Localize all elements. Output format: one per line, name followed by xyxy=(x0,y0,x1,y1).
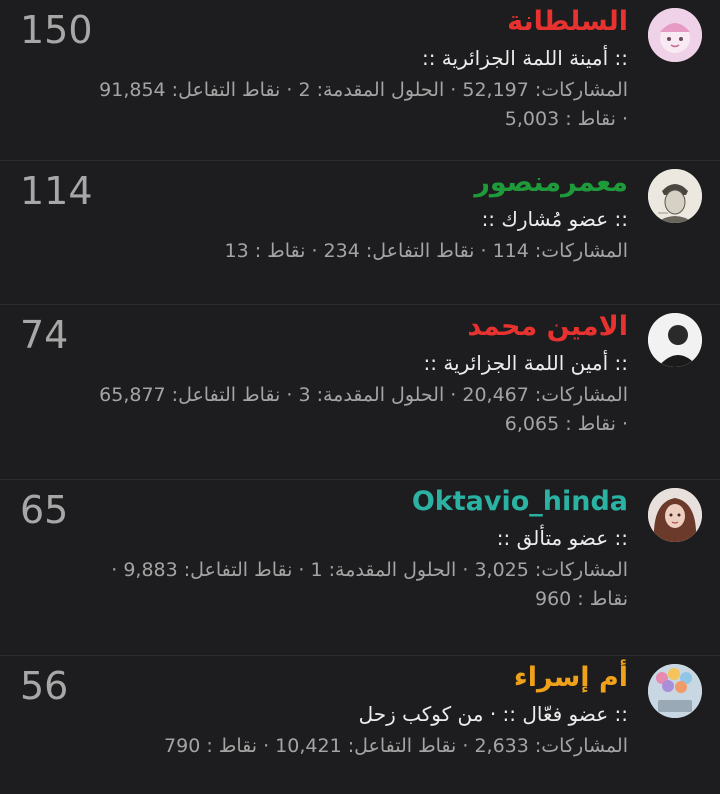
stats-line: المشاركات: 52,197 · الحلول المقدمة: 2 · … xyxy=(99,79,628,101)
member-title: :: عضو مُشارك :: xyxy=(481,207,628,231)
stats-line: المشاركات: 3,025 · الحلول المقدمة: 1 · ن… xyxy=(111,559,628,581)
member-row[interactable]: 65 Oktavio_hinda :: عضو متألق :: المشارك… xyxy=(0,480,720,656)
stats-line: المشاركات: 2,633 · نقاط التفاعل: 10,421 … xyxy=(164,735,628,757)
balloons-avatar[interactable] xyxy=(648,664,702,718)
member-row[interactable]: 56 أم إسراء :: عضو فعّال :: · من كوكب زح… xyxy=(0,656,720,794)
stats-line: · نقاط : 5,003 xyxy=(504,108,628,130)
member-row[interactable]: 114 معمرمنصور :: عضو مُشارك :: المشاركات… xyxy=(0,161,720,305)
username-link[interactable]: معمرمنصور xyxy=(18,165,628,201)
stats-line: المشاركات: 20,467 · الحلول المقدمة: 3 · … xyxy=(99,384,628,406)
member-title: :: أمينة اللمة الجزائرية :: xyxy=(421,46,628,70)
person-photo-avatar[interactable] xyxy=(648,313,702,367)
stats-line: نقاط : 960 xyxy=(534,588,628,610)
member-title: :: عضو فعّال :: · من كوكب زحل xyxy=(358,702,628,726)
stats-line: المشاركات: 114 · نقاط التفاعل: 234 · نقا… xyxy=(224,240,628,262)
member-row[interactable]: 150 السلطانة :: أمينة اللمة الجزائرية ::… xyxy=(0,0,720,161)
member-title: :: أمين اللمة الجزائرية :: xyxy=(423,351,628,375)
member-stats: المشاركات: 52,197 · الحلول المقدمة: 2 · … xyxy=(18,76,628,134)
member-stats: المشاركات: 20,467 · الحلول المقدمة: 3 · … xyxy=(18,381,628,439)
stats-line: · نقاط : 6,065 xyxy=(504,413,628,435)
member-stats: المشاركات: 2,633 · نقاط التفاعل: 10,421 … xyxy=(18,732,628,761)
username-link[interactable]: أم إسراء xyxy=(18,660,628,696)
username-link[interactable]: الامين محمد xyxy=(18,309,628,345)
sketch-portrait-avatar[interactable] xyxy=(648,169,702,223)
member-title: :: عضو متألق :: xyxy=(496,526,628,550)
members-list: 150 السلطانة :: أمينة اللمة الجزائرية ::… xyxy=(0,0,720,794)
girl-portrait-avatar[interactable] xyxy=(648,488,702,542)
username-link[interactable]: السلطانة xyxy=(18,4,628,40)
pink-cartoon-avatar[interactable] xyxy=(648,8,702,62)
member-row[interactable]: 74 الامين محمد :: أمين اللمة الجزائرية :… xyxy=(0,305,720,480)
member-stats: المشاركات: 3,025 · الحلول المقدمة: 1 · ن… xyxy=(18,556,628,614)
member-stats: المشاركات: 114 · نقاط التفاعل: 234 · نقا… xyxy=(18,237,628,266)
username-link[interactable]: Oktavio_hinda xyxy=(18,484,628,520)
